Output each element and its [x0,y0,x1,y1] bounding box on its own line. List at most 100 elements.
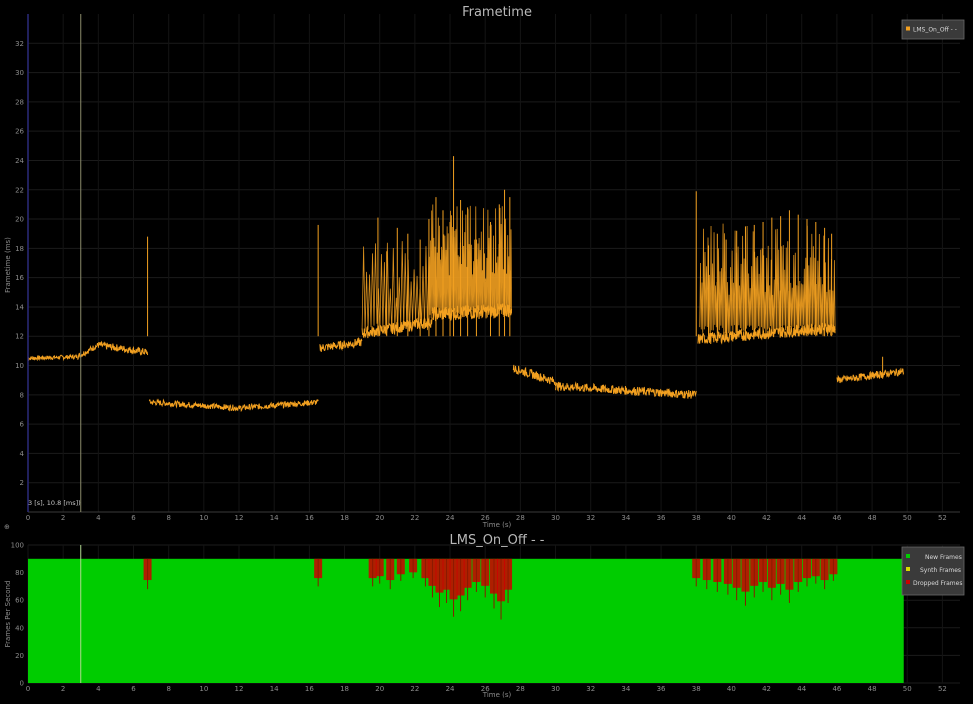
legend-swatch-frametime [906,26,910,31]
fps-y-axis-label: Frames Per Second [4,581,12,648]
cursor-readout: 3 [s], 10.8 [ms]) [28,499,81,507]
fps-x-tick-label: 0 [26,685,30,693]
legend-swatch-dropped-frames [906,580,910,584]
frametime-x-tick-label: 42 [762,514,771,522]
frametime-segment [319,337,363,353]
fps-x-tick-label: 2 [61,685,65,693]
frametime-y-tick-label: 12 [15,333,24,341]
frametime-y-axis-label: Frametime (ms) [4,237,12,293]
fps-x-tick-label: 4 [96,685,101,693]
frametime-chart-title: Frametime [462,5,532,20]
fps-x-tick-label: 8 [166,685,170,693]
legend-label-synth-frames: Synth Frames [920,567,961,574]
frametime-oscillation [699,223,836,337]
frametime-y-tick-label: 32 [15,40,24,48]
frametime-x-tick-label: 34 [621,514,630,522]
frametime-y-tick-label: 28 [15,98,24,106]
fps-x-tick-label: 36 [657,685,666,693]
frametime-x-tick-label: 40 [727,514,736,522]
fps-x-tick-label: 12 [235,685,244,693]
fps-y-tick-label: 100 [11,542,24,550]
fps-y-tick-label: 80 [15,569,24,577]
frametime-x-tick-label: 16 [305,514,314,522]
frametime-segment [97,340,149,356]
frametime-x-axis-label: Time (s) [482,521,512,529]
fps-x-tick-label: 30 [551,685,560,693]
legend-label-new-frames: New Frames [925,554,962,561]
fps-x-tick-label: 48 [868,685,877,693]
chart-settings-icon[interactable]: ⊕ [4,523,10,531]
fps-chart: LMS_On_Off - - 020406080100 0 2 4 6 8 10 12 14 1… [4,533,965,699]
frametime-segment [238,399,319,413]
frametime-y-tick-label: 10 [15,362,24,370]
frametime-oscillation [361,241,430,334]
frametime-grid [27,14,960,513]
fps-x-tick-label: 34 [621,685,630,693]
frametime-x-tick-label: 32 [586,514,595,522]
frametime-x-tick-label: 52 [938,514,947,522]
frametime-y-tick-label: 16 [15,274,24,282]
frametime-segment [27,353,78,362]
fps-x-tick-label: 44 [797,685,806,693]
frametime-x-tick-label: 50 [903,514,912,522]
frametime-y-tick-label: 22 [15,186,24,194]
fps-x-tick-label: 18 [340,685,349,693]
fps-x-tick-label: 16 [305,685,314,693]
fps-y-tick-label: 20 [15,652,24,660]
fps-x-tick-label: 46 [832,685,841,693]
frametime-y-tick-label: 6 [20,421,25,429]
fps-x-tick-label: 32 [586,685,595,693]
frametime-x-tick-label: 20 [375,514,384,522]
fps-y-tick-label: 40 [15,624,24,632]
frametime-x-tick-label: 4 [96,514,101,522]
fps-x-tick-label: 42 [762,685,771,693]
frametime-segment [512,364,557,386]
frametime-series-line [27,156,905,413]
frametime-chart: Frametime 2468101214161820222426283032 0… [4,5,965,529]
frametime-x-tick-label: 8 [166,514,170,522]
fps-x-tick-label: 28 [516,685,525,693]
frametime-y-tick-label: 4 [20,450,25,458]
fps-x-tick-label: 22 [410,685,419,693]
fps-y-axis: 0 20 40 60 80 100 [11,542,24,688]
fps-x-axis-label: Time (s) [482,691,512,699]
frametime-x-tick-label: 28 [516,514,525,522]
frametime-x-tick-label: 46 [832,514,841,522]
frametime-segment [836,367,905,384]
fps-chart-title: LMS_On_Off - - [449,533,544,548]
frametime-chart-figure: Frametime 2468101214161820222426283032 0… [4,5,965,699]
fps-x-tick-label: 14 [270,685,279,693]
legend-label-frametime: LMS_On_Off - - [913,27,957,34]
fps-x-tick-label: 50 [903,685,912,693]
frametime-y-tick-label: 26 [15,128,24,136]
fps-x-tick-label: 6 [131,685,136,693]
frametime-y-tick-label: 8 [20,391,24,399]
fps-x-tick-label: 52 [938,685,947,693]
frametime-y-tick-label: 2 [20,479,24,487]
frametime-x-tick-label: 10 [199,514,208,522]
legend-swatch-synth-frames [906,567,910,571]
frametime-legend[interactable]: LMS_On_Off - - [901,19,965,40]
frametime-x-tick-label: 48 [868,514,877,522]
frametime-x-tick-label: 30 [551,514,560,522]
fps-x-tick-label: 40 [727,685,736,693]
frametime-segment [148,398,240,412]
fps-y-tick-label: 0 [20,680,24,688]
frametime-y-tick-label: 30 [15,69,24,77]
legend-swatch-new-frames [906,554,910,558]
frametime-x-tick-label: 38 [692,514,701,522]
frametime-x-tick-label: 2 [61,514,65,522]
frametime-y-tick-label: 18 [15,245,24,253]
frametime-x-tick-label: 44 [797,514,806,522]
frametime-x-tick-label: 0 [26,514,30,522]
frametime-x-tick-label: 12 [235,514,244,522]
fps-x-tick-label: 38 [692,685,701,693]
fps-legend[interactable]: New Frames Synth Frames Dropped Frames [901,546,965,596]
frametime-y-tick-label: 14 [15,303,24,311]
fps-area [28,558,904,683]
frametime-x-tick-label: 36 [657,514,666,522]
fps-y-tick-label: 60 [15,597,24,605]
frametime-x-tick-label: 18 [340,514,349,522]
fps-x-tick-label: 20 [375,685,384,693]
fps-x-tick-label: 10 [199,685,208,693]
